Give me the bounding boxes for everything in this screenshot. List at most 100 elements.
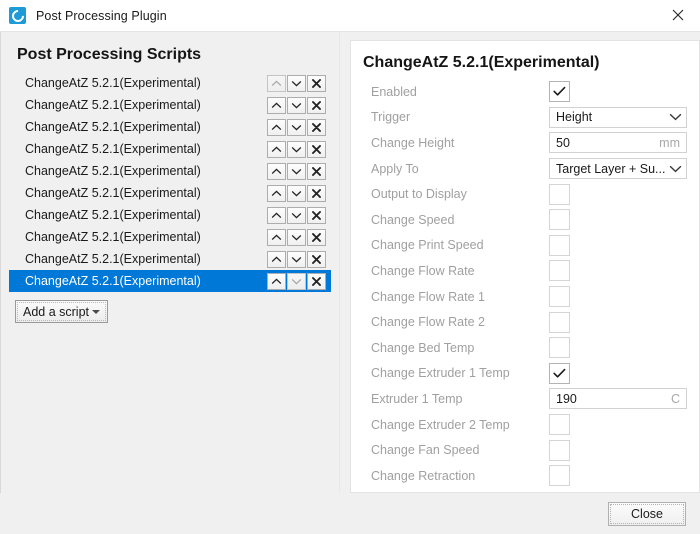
- chevron-down-icon: [291, 234, 302, 240]
- setting-checkbox[interactable]: [549, 286, 570, 308]
- chevron-up-icon: [271, 80, 282, 86]
- setting-field: [549, 337, 687, 359]
- setting-dropdown[interactable]: Target Layer + Su...: [549, 158, 687, 180]
- script-item-actions: [267, 228, 326, 246]
- script-list-item[interactable]: ChangeAtZ 5.2.1(Experimental): [9, 116, 331, 138]
- chevron-down-icon: [291, 102, 302, 108]
- move-script-up-button[interactable]: [267, 272, 286, 290]
- setting-text-input[interactable]: 190 C: [549, 388, 687, 410]
- move-script-down-button[interactable]: [287, 96, 306, 114]
- setting-field: [549, 234, 687, 256]
- setting-checkbox[interactable]: [549, 414, 570, 436]
- setting-unit-label: C: [670, 391, 680, 406]
- script-item-label: ChangeAtZ 5.2.1(Experimental): [25, 76, 201, 90]
- script-list-item[interactable]: ChangeAtZ 5.2.1(Experimental): [9, 248, 331, 270]
- remove-script-button[interactable]: [307, 96, 326, 114]
- setting-row: Change Extruder 2 Temp: [361, 412, 687, 438]
- setting-label: Output to Display: [371, 187, 467, 202]
- setting-field: [549, 81, 687, 103]
- chevron-up-icon: [271, 234, 282, 240]
- remove-script-button[interactable]: [307, 272, 326, 290]
- script-list-item[interactable]: ChangeAtZ 5.2.1(Experimental): [9, 72, 331, 94]
- script-list-item[interactable]: ChangeAtZ 5.2.1(Experimental): [9, 204, 331, 226]
- remove-script-button[interactable]: [307, 118, 326, 136]
- script-item-actions: [267, 250, 326, 268]
- move-script-down-button[interactable]: [287, 162, 306, 180]
- move-script-down-button[interactable]: [287, 74, 306, 92]
- close-x-icon: [312, 144, 321, 154]
- move-script-up-button[interactable]: [267, 250, 286, 268]
- close-x-icon: [312, 188, 321, 198]
- setting-label: Change Speed: [371, 212, 455, 227]
- setting-label: Change Extruder 1 Temp: [371, 366, 510, 381]
- move-script-down-button[interactable]: [287, 206, 306, 224]
- script-list-item[interactable]: ChangeAtZ 5.2.1(Experimental): [9, 226, 331, 248]
- remove-script-button[interactable]: [307, 250, 326, 268]
- setting-row: Change Height 50 mm: [361, 130, 687, 156]
- script-list-item[interactable]: ChangeAtZ 5.2.1(Experimental): [9, 182, 331, 204]
- remove-script-button[interactable]: [307, 74, 326, 92]
- script-list-item[interactable]: ChangeAtZ 5.2.1(Experimental): [9, 270, 331, 292]
- remove-script-button[interactable]: [307, 184, 326, 202]
- setting-checkbox[interactable]: [549, 183, 570, 205]
- close-button[interactable]: Close: [608, 501, 686, 526]
- script-item-label: ChangeAtZ 5.2.1(Experimental): [25, 120, 201, 134]
- chevron-down-icon: [291, 168, 302, 174]
- script-item-actions: [267, 272, 326, 290]
- move-script-down-button[interactable]: [287, 140, 306, 158]
- setting-label: Change Flow Rate 1: [371, 289, 485, 304]
- move-script-up-button[interactable]: [267, 162, 286, 180]
- checkmark-icon: [553, 87, 566, 96]
- setting-row: Change Flow Rate: [361, 258, 687, 284]
- move-script-up-button[interactable]: [267, 206, 286, 224]
- move-script-up-button[interactable]: [267, 228, 286, 246]
- setting-row: Enabled: [361, 79, 687, 105]
- move-script-up-button[interactable]: [267, 96, 286, 114]
- move-script-down-button[interactable]: [287, 118, 306, 136]
- add-script-button[interactable]: Add a script: [15, 300, 109, 323]
- remove-script-button[interactable]: [307, 206, 326, 224]
- script-list-item[interactable]: ChangeAtZ 5.2.1(Experimental): [9, 94, 331, 116]
- script-list-item[interactable]: ChangeAtZ 5.2.1(Experimental): [9, 138, 331, 160]
- dialog-footer: Close: [0, 493, 700, 534]
- setting-checkbox[interactable]: [549, 439, 570, 461]
- remove-script-button[interactable]: [307, 228, 326, 246]
- script-item-label: ChangeAtZ 5.2.1(Experimental): [25, 186, 201, 200]
- move-script-down-button[interactable]: [287, 228, 306, 246]
- move-script-down-button[interactable]: [287, 250, 306, 268]
- setting-field: [549, 439, 687, 461]
- setting-checkbox[interactable]: [549, 465, 570, 487]
- move-script-up-button[interactable]: [267, 184, 286, 202]
- setting-unit-label: mm: [659, 135, 680, 150]
- close-x-icon: [312, 276, 321, 286]
- setting-checkbox[interactable]: [549, 209, 570, 231]
- setting-checkbox[interactable]: [549, 362, 570, 384]
- setting-text-input[interactable]: 50 mm: [549, 132, 687, 154]
- chevron-down-icon: [291, 256, 302, 262]
- setting-text-value: 50: [556, 135, 570, 150]
- move-script-down-button[interactable]: [287, 184, 306, 202]
- remove-script-button[interactable]: [307, 162, 326, 180]
- setting-checkbox[interactable]: [549, 311, 570, 333]
- setting-checkbox[interactable]: [549, 81, 570, 103]
- script-item-label: ChangeAtZ 5.2.1(Experimental): [25, 230, 201, 244]
- script-item-actions: [267, 206, 326, 224]
- chevron-down-icon: [669, 165, 682, 172]
- setting-field: Height: [549, 106, 687, 128]
- window-close-button[interactable]: [655, 0, 700, 30]
- script-item-label: ChangeAtZ 5.2.1(Experimental): [25, 274, 201, 288]
- move-script-up-button[interactable]: [267, 118, 286, 136]
- setting-dropdown[interactable]: Height: [549, 106, 687, 128]
- setting-row: Trigger Height: [361, 105, 687, 131]
- setting-field: [549, 183, 687, 205]
- setting-label: Change Fan Speed: [371, 443, 480, 458]
- setting-checkbox[interactable]: [549, 260, 570, 282]
- script-list-item[interactable]: ChangeAtZ 5.2.1(Experimental): [9, 160, 331, 182]
- setting-label: Change Bed Temp: [371, 340, 475, 355]
- remove-script-button[interactable]: [307, 140, 326, 158]
- setting-checkbox[interactable]: [549, 337, 570, 359]
- setting-row: Change Fan Speed: [361, 437, 687, 463]
- setting-checkbox[interactable]: [549, 234, 570, 256]
- setting-dropdown-value: Target Layer + Su...: [556, 161, 666, 176]
- move-script-up-button[interactable]: [267, 140, 286, 158]
